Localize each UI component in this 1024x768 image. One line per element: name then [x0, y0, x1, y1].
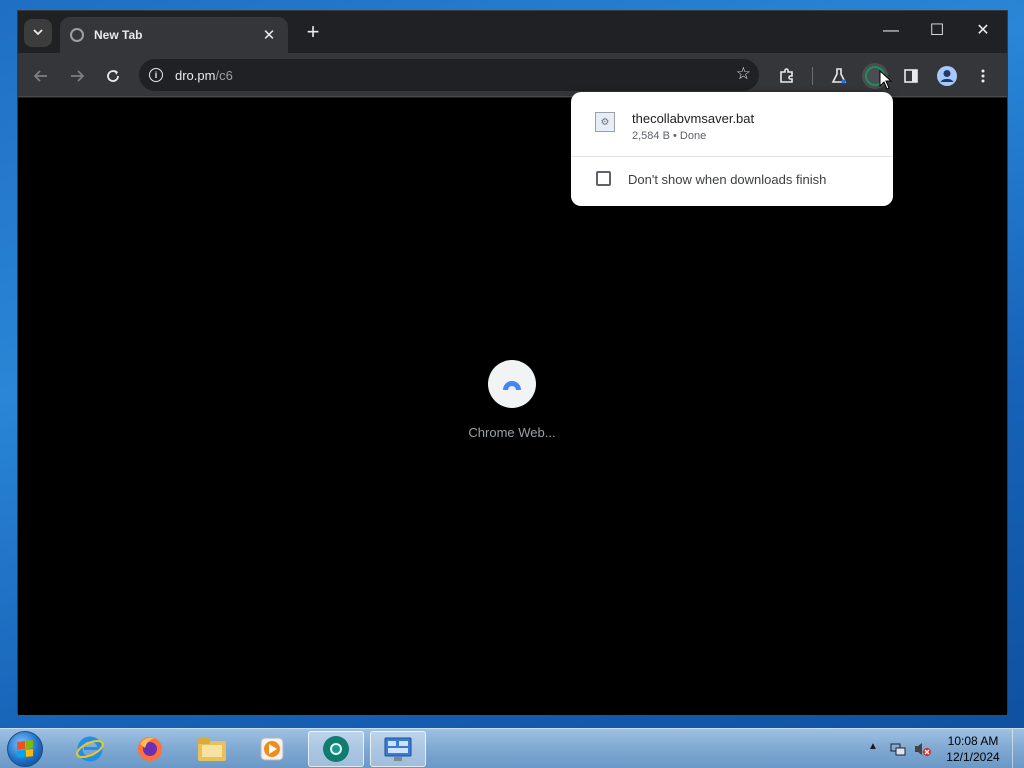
maximize-icon[interactable]: ☐ — [922, 19, 952, 43]
star-icon[interactable]: ☆ — [736, 64, 751, 84]
loading-favicon — [488, 360, 536, 408]
media-player-icon — [260, 737, 284, 761]
globe-icon — [70, 28, 84, 42]
loading-label: Chrome Web... — [468, 425, 556, 440]
toolbar-divider — [812, 67, 813, 85]
show-desktop-button[interactable] — [1012, 729, 1024, 768]
network-icon[interactable] — [890, 741, 906, 760]
folder-icon — [198, 738, 226, 761]
tab-title: New Tab — [94, 28, 143, 42]
back-arrow-icon[interactable] — [28, 63, 54, 89]
bubble-divider — [571, 156, 893, 157]
taskbar-file-explorer[interactable] — [184, 731, 240, 767]
reload-icon[interactable] — [100, 63, 126, 89]
url-path: /c6 — [215, 67, 233, 83]
taskbar-control-panel[interactable] — [370, 731, 426, 767]
tab-new-tab[interactable]: New Tab ✕ — [60, 17, 288, 53]
tab-strip: New Tab ✕ + — ☐ ✕ — [18, 11, 1007, 53]
dont-show-label[interactable]: Don't show when downloads finish — [628, 172, 826, 187]
control-panel-icon — [384, 737, 412, 761]
windows-logo-icon — [17, 740, 33, 758]
info-icon[interactable]: i — [149, 68, 163, 82]
volume-muted-icon[interactable] — [914, 741, 932, 760]
chrome-beta-icon — [323, 736, 349, 762]
puzzle-icon[interactable] — [774, 63, 800, 89]
plus-icon[interactable]: + — [301, 20, 325, 44]
close-icon[interactable]: ✕ — [260, 26, 278, 44]
download-file-name[interactable]: thecollabvmsaver.bat — [632, 111, 754, 126]
side-panel-icon[interactable] — [898, 63, 924, 89]
taskbar: ▲ 10:08 AM 12/1/2024 — [0, 728, 1024, 768]
taskbar-internet-explorer[interactable] — [62, 731, 118, 767]
firefox-icon — [138, 737, 162, 761]
window-close-icon[interactable]: ✕ — [968, 19, 998, 43]
download-status: 2,584 B • Done — [632, 130, 707, 142]
download-bubble: ⚙ thecollabvmsaver.bat 2,584 B • Done Do… — [571, 92, 893, 206]
taskbar-chrome-beta[interactable] — [308, 731, 364, 767]
clock-time[interactable]: 10:08 AM — [944, 734, 1002, 748]
show-hidden-icons-icon[interactable]: ▲ — [868, 741, 878, 752]
dont-show-checkbox[interactable] — [596, 171, 611, 186]
url-host: dro.pm — [175, 67, 216, 83]
taskbar-media-player[interactable] — [244, 731, 300, 767]
internet-explorer-icon — [76, 736, 104, 762]
address-bar[interactable]: i dro.pm /c6 ☆ — [139, 59, 759, 91]
toolbar: i dro.pm /c6 ☆ — [18, 53, 1007, 97]
flask-icon[interactable] — [826, 63, 852, 89]
chevron-down-icon — [32, 26, 44, 41]
file-icon: ⚙ — [595, 112, 615, 132]
tab-search-button[interactable] — [24, 19, 52, 47]
forward-arrow-icon[interactable] — [64, 63, 90, 89]
minimize-icon[interactable]: — — [876, 19, 906, 43]
taskbar-firefox[interactable] — [122, 731, 178, 767]
mouse-cursor-icon — [879, 70, 893, 90]
kebab-menu-icon[interactable] — [970, 63, 996, 89]
profile-icon[interactable] — [934, 63, 960, 89]
clock-date[interactable]: 12/1/2024 — [944, 750, 1002, 764]
start-button[interactable] — [7, 731, 43, 767]
